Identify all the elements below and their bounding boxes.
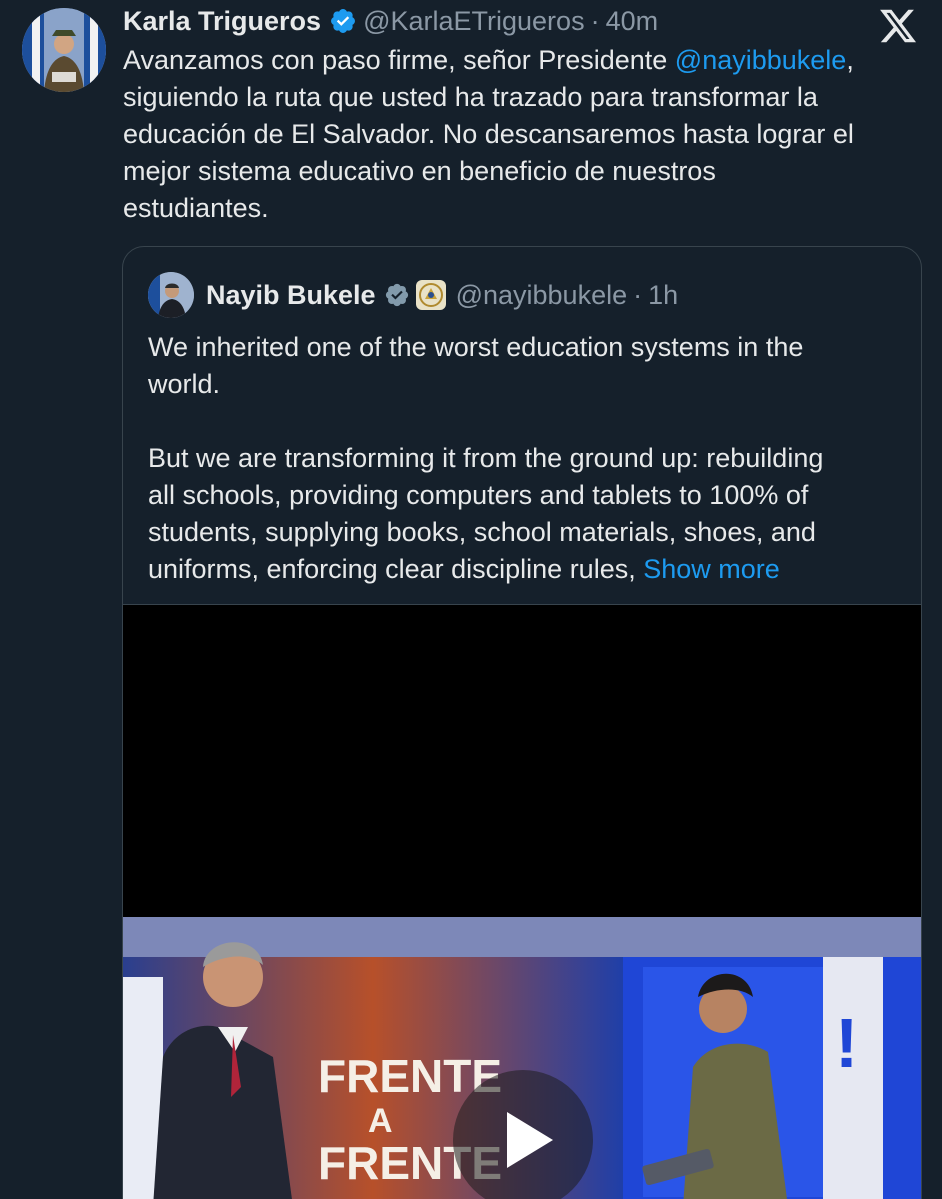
author-handle[interactable]: @KarlaETrigueros bbox=[363, 6, 584, 37]
svg-text:!: ! bbox=[835, 1004, 858, 1082]
mention-link[interactable]: @nayibbukele bbox=[675, 45, 847, 75]
tweet-timestamp[interactable]: 40m bbox=[606, 6, 659, 37]
quoted-author-avatar[interactable] bbox=[148, 272, 194, 318]
quoted-tweet-timestamp[interactable]: 1h bbox=[648, 280, 678, 311]
verified-badge-icon bbox=[329, 7, 357, 35]
quoted-tweet-body: We inherited one of the worst education … bbox=[148, 332, 824, 584]
verified-badge-icon bbox=[384, 282, 410, 308]
government-affiliation-icon bbox=[415, 280, 446, 310]
tweet-text: Avanzamos con paso firme, señor Presiden… bbox=[123, 42, 928, 227]
separator-dot: · bbox=[633, 279, 643, 310]
quoted-author-handle[interactable]: @nayibbukele bbox=[456, 280, 628, 311]
quoted-author-name[interactable]: Nayib Bukele bbox=[206, 280, 376, 311]
x-logo-icon[interactable] bbox=[878, 6, 918, 46]
show-more-link[interactable]: Show more bbox=[643, 554, 780, 584]
play-button[interactable] bbox=[453, 1070, 593, 1199]
separator-dot: · bbox=[590, 5, 600, 36]
quoted-tweet[interactable]: Nayib Bukele @nayibbukele · 1h We inheri… bbox=[122, 246, 922, 1199]
tweet[interactable]: Karla Trigueros @KarlaETrigueros · 40m A… bbox=[0, 0, 942, 1199]
quoted-tweet-header: Nayib Bukele @nayibbukele · 1h bbox=[206, 276, 678, 314]
play-icon bbox=[507, 1112, 553, 1168]
tweet-header: Karla Trigueros @KarlaETrigueros · 40m bbox=[123, 3, 658, 39]
quoted-tweet-text: We inherited one of the worst education … bbox=[148, 329, 908, 588]
author-avatar[interactable] bbox=[22, 8, 106, 92]
tweet-text-start: Avanzamos con paso firme, señor Presiden… bbox=[123, 45, 675, 75]
set-text-line2: A bbox=[368, 1102, 393, 1140]
video-player[interactable]: ! FRENTE A FRENTE bbox=[123, 604, 921, 1199]
author-name[interactable]: Karla Trigueros bbox=[123, 6, 321, 37]
